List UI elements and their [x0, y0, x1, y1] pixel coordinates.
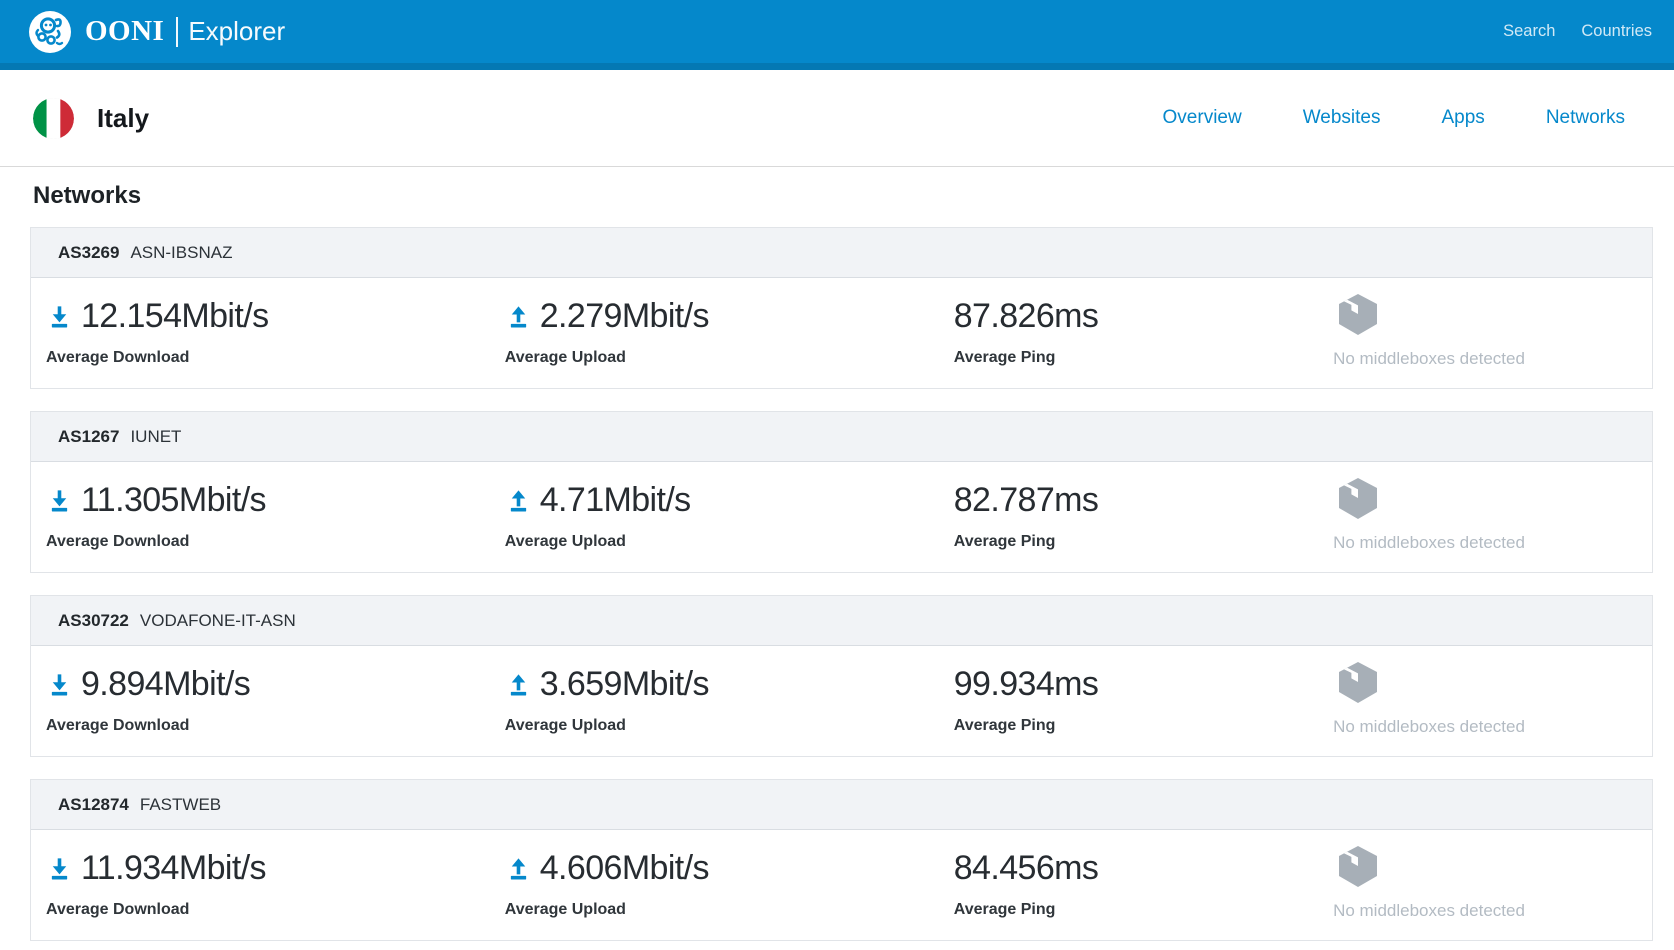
download-value: 11.934Mbit/s [81, 849, 266, 888]
download-value: 12.154Mbit/s [81, 297, 268, 336]
ping-label: Average Ping [954, 717, 1318, 735]
brand-divider [176, 17, 178, 47]
ping-label: Average Ping [954, 533, 1318, 551]
upload-metric: 4.606Mbit/s Average Upload [490, 842, 939, 921]
asn-label: AS3269 [58, 243, 119, 262]
upload-value: 2.279Mbit/s [540, 297, 709, 336]
section-title: Networks [33, 182, 1653, 210]
brand-suffix: Explorer [188, 16, 285, 47]
upload-label: Average Upload [505, 901, 939, 919]
upload-icon [505, 671, 532, 698]
network-name: FASTWEB [140, 795, 221, 814]
ping-value: 99.934ms [954, 665, 1099, 704]
page: OONI Explorer Search Countries Italy Ove… [0, 0, 1674, 950]
network-card-header: AS30722 VODAFONE-IT-ASN [31, 596, 1652, 646]
upload-label: Average Upload [505, 533, 939, 551]
upload-label: Average Upload [505, 717, 939, 735]
download-label: Average Download [46, 717, 490, 735]
download-label: Average Download [46, 901, 490, 919]
middlebox-package-icon [1335, 476, 1381, 521]
download-metric: 11.305Mbit/s Average Download [31, 474, 490, 553]
network-card-header: AS3269 ASN-IBSNAZ [31, 228, 1652, 278]
download-metric: 11.934Mbit/s Average Download [31, 842, 490, 921]
ping-metric: 82.787ms Average Ping [939, 474, 1318, 553]
download-value: 9.894Mbit/s [81, 665, 250, 704]
networks-section: Networks AS3269 ASN-IBSNAZ 12.154Mbit/s A… [0, 182, 1674, 941]
middlebox-status: No middleboxes detected [1318, 658, 1652, 737]
ping-metric: 84.456ms Average Ping [939, 842, 1318, 921]
download-label: Average Download [46, 533, 490, 551]
middlebox-package-icon [1335, 844, 1381, 889]
country-title: Italy [97, 103, 149, 134]
ping-value: 82.787ms [954, 481, 1099, 520]
network-card-body: 11.305Mbit/s Average Download 4.71Mbit/s… [31, 462, 1652, 572]
middlebox-status: No middleboxes detected [1318, 474, 1652, 553]
upload-metric: 3.659Mbit/s Average Upload [490, 658, 939, 737]
network-card: AS12874 FASTWEB 11.934Mbit/s Average Down… [30, 779, 1653, 941]
middlebox-label: No middleboxes detected [1333, 901, 1652, 921]
ping-label: Average Ping [954, 901, 1318, 919]
network-name: ASN-IBSNAZ [130, 243, 232, 262]
middlebox-label: No middleboxes detected [1333, 717, 1652, 737]
tab-apps[interactable]: Apps [1442, 107, 1485, 129]
network-name: IUNET [130, 427, 181, 446]
download-icon [46, 855, 73, 882]
upload-icon [505, 303, 532, 330]
network-card-header: AS1267 IUNET [31, 412, 1652, 462]
upload-value: 4.71Mbit/s [540, 481, 691, 520]
tab-websites[interactable]: Websites [1303, 107, 1381, 129]
top-header-bar: OONI Explorer Search Countries [0, 0, 1674, 70]
network-card-body: 11.934Mbit/s Average Download 4.606Mbit/… [31, 830, 1652, 940]
upload-icon [505, 855, 532, 882]
ooni-octopus-logo-icon [28, 10, 72, 54]
middlebox-label: No middleboxes detected [1333, 349, 1652, 369]
download-value: 11.305Mbit/s [81, 481, 266, 520]
asn-label: AS12874 [58, 795, 129, 814]
download-icon [46, 671, 73, 698]
network-card-body: 12.154Mbit/s Average Download 2.279Mbit/… [31, 278, 1652, 388]
nav-search-link[interactable]: Search [1503, 22, 1555, 41]
ping-value: 87.826ms [954, 297, 1099, 336]
upload-label: Average Upload [505, 349, 939, 367]
asn-label: AS30722 [58, 611, 129, 630]
top-navigation: Search Countries [1503, 22, 1652, 41]
tab-networks[interactable]: Networks [1546, 107, 1625, 129]
tab-overview[interactable]: Overview [1163, 107, 1242, 129]
ping-label: Average Ping [954, 349, 1318, 367]
ooni-brand-home-link[interactable]: OONI Explorer [28, 10, 285, 54]
middlebox-package-icon [1335, 660, 1381, 705]
middlebox-status: No middleboxes detected [1318, 290, 1652, 369]
upload-metric: 4.71Mbit/s Average Upload [490, 474, 939, 553]
ping-metric: 99.934ms Average Ping [939, 658, 1318, 737]
middlebox-label: No middleboxes detected [1333, 533, 1652, 553]
network-cards: AS3269 ASN-IBSNAZ 12.154Mbit/s Average Do… [30, 227, 1653, 941]
asn-label: AS1267 [58, 427, 119, 446]
nav-countries-link[interactable]: Countries [1581, 22, 1652, 41]
ping-value: 84.456ms [954, 849, 1099, 888]
country-tabs: Overview Websites Apps Networks [1163, 107, 1625, 129]
network-card-header: AS12874 FASTWEB [31, 780, 1652, 830]
upload-icon [505, 487, 532, 514]
network-name: VODAFONE-IT-ASN [140, 611, 296, 630]
italy-flag-icon [33, 98, 74, 139]
download-metric: 12.154Mbit/s Average Download [31, 290, 490, 369]
download-label: Average Download [46, 349, 490, 367]
network-card: AS3269 ASN-IBSNAZ 12.154Mbit/s Average Do… [30, 227, 1653, 389]
download-icon [46, 303, 73, 330]
middlebox-package-icon [1335, 292, 1381, 337]
network-card: AS1267 IUNET 11.305Mbit/s Average Downloa… [30, 411, 1653, 573]
middlebox-status: No middleboxes detected [1318, 842, 1652, 921]
network-card-body: 9.894Mbit/s Average Download 3.659Mbit/s… [31, 646, 1652, 756]
download-metric: 9.894Mbit/s Average Download [31, 658, 490, 737]
upload-value: 3.659Mbit/s [540, 665, 709, 704]
upload-value: 4.606Mbit/s [540, 849, 709, 888]
brand-name: OONI [85, 15, 164, 48]
network-card: AS30722 VODAFONE-IT-ASN 9.894Mbit/s Avera… [30, 595, 1653, 757]
download-icon [46, 487, 73, 514]
ping-metric: 87.826ms Average Ping [939, 290, 1318, 369]
upload-metric: 2.279Mbit/s Average Upload [490, 290, 939, 369]
country-header: Italy Overview Websites Apps Networks [0, 70, 1674, 167]
